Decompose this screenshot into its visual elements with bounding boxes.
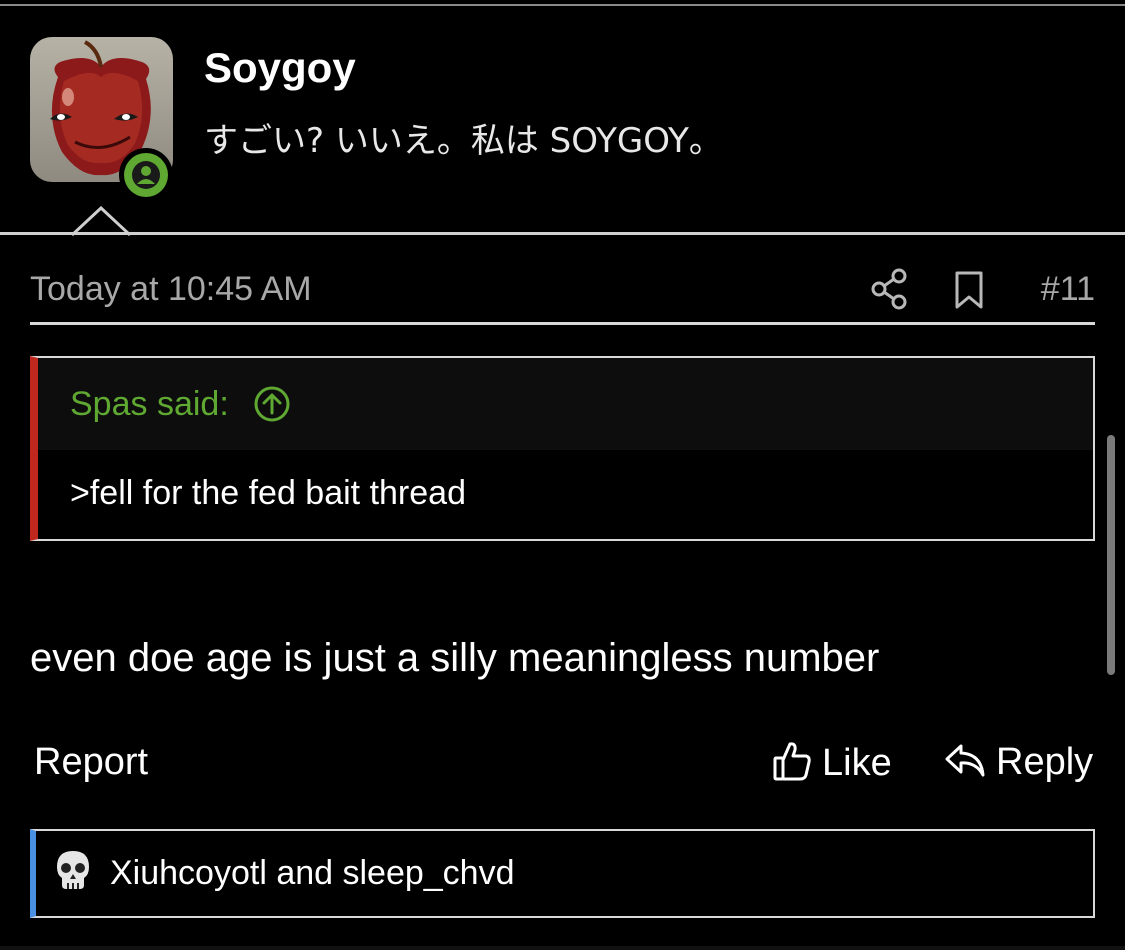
post-body: even doe age is just a silly meaningless… — [30, 636, 880, 680]
like-button[interactable]: Like — [772, 740, 892, 787]
skull-reaction-icon — [54, 849, 92, 898]
user-status-icon — [132, 161, 160, 189]
arrow-up-circle-icon[interactable] — [253, 385, 291, 423]
share-icon[interactable] — [870, 268, 908, 315]
meta-divider — [30, 322, 1095, 325]
quote-header: Spas said: — [38, 358, 1093, 450]
bookmark-icon[interactable] — [954, 270, 984, 315]
reply-label: Reply — [996, 741, 1094, 783]
reactions-bar[interactable]: Xiuhcoyotl and sleep_chvd — [30, 829, 1095, 918]
reply-button[interactable]: Reply — [944, 740, 1093, 785]
thumbs-up-icon — [772, 740, 812, 787]
reaction-users[interactable]: Xiuhcoyotl and sleep_chvd — [110, 854, 515, 893]
header-divider — [0, 232, 1125, 235]
like-label: Like — [822, 742, 892, 784]
user-header: Soygoy すごい? いいえ。私は SOYGOY。 — [0, 0, 1125, 240]
user-title: すごい? いいえ。私は SOYGOY。 — [204, 121, 723, 161]
post-meta: Today at 10:45 AM #11 — [30, 262, 1095, 324]
post-date[interactable]: Today at 10:45 AM — [30, 270, 312, 309]
quote-text: >fell for the fed bait thread — [70, 474, 466, 512]
avatar[interactable] — [30, 37, 173, 202]
scrollbar-thumb[interactable] — [1107, 435, 1115, 675]
report-button[interactable]: Report — [34, 741, 148, 784]
quote-block: Spas said: >fell for the fed bait thread — [30, 356, 1095, 541]
post-number[interactable]: #11 — [1041, 270, 1095, 309]
reply-arrow-icon — [944, 740, 986, 785]
quote-author[interactable]: Spas said: — [70, 385, 229, 424]
online-status-badge — [119, 148, 173, 202]
bottom-edge — [0, 946, 1125, 950]
username[interactable]: Soygoy — [204, 44, 356, 92]
